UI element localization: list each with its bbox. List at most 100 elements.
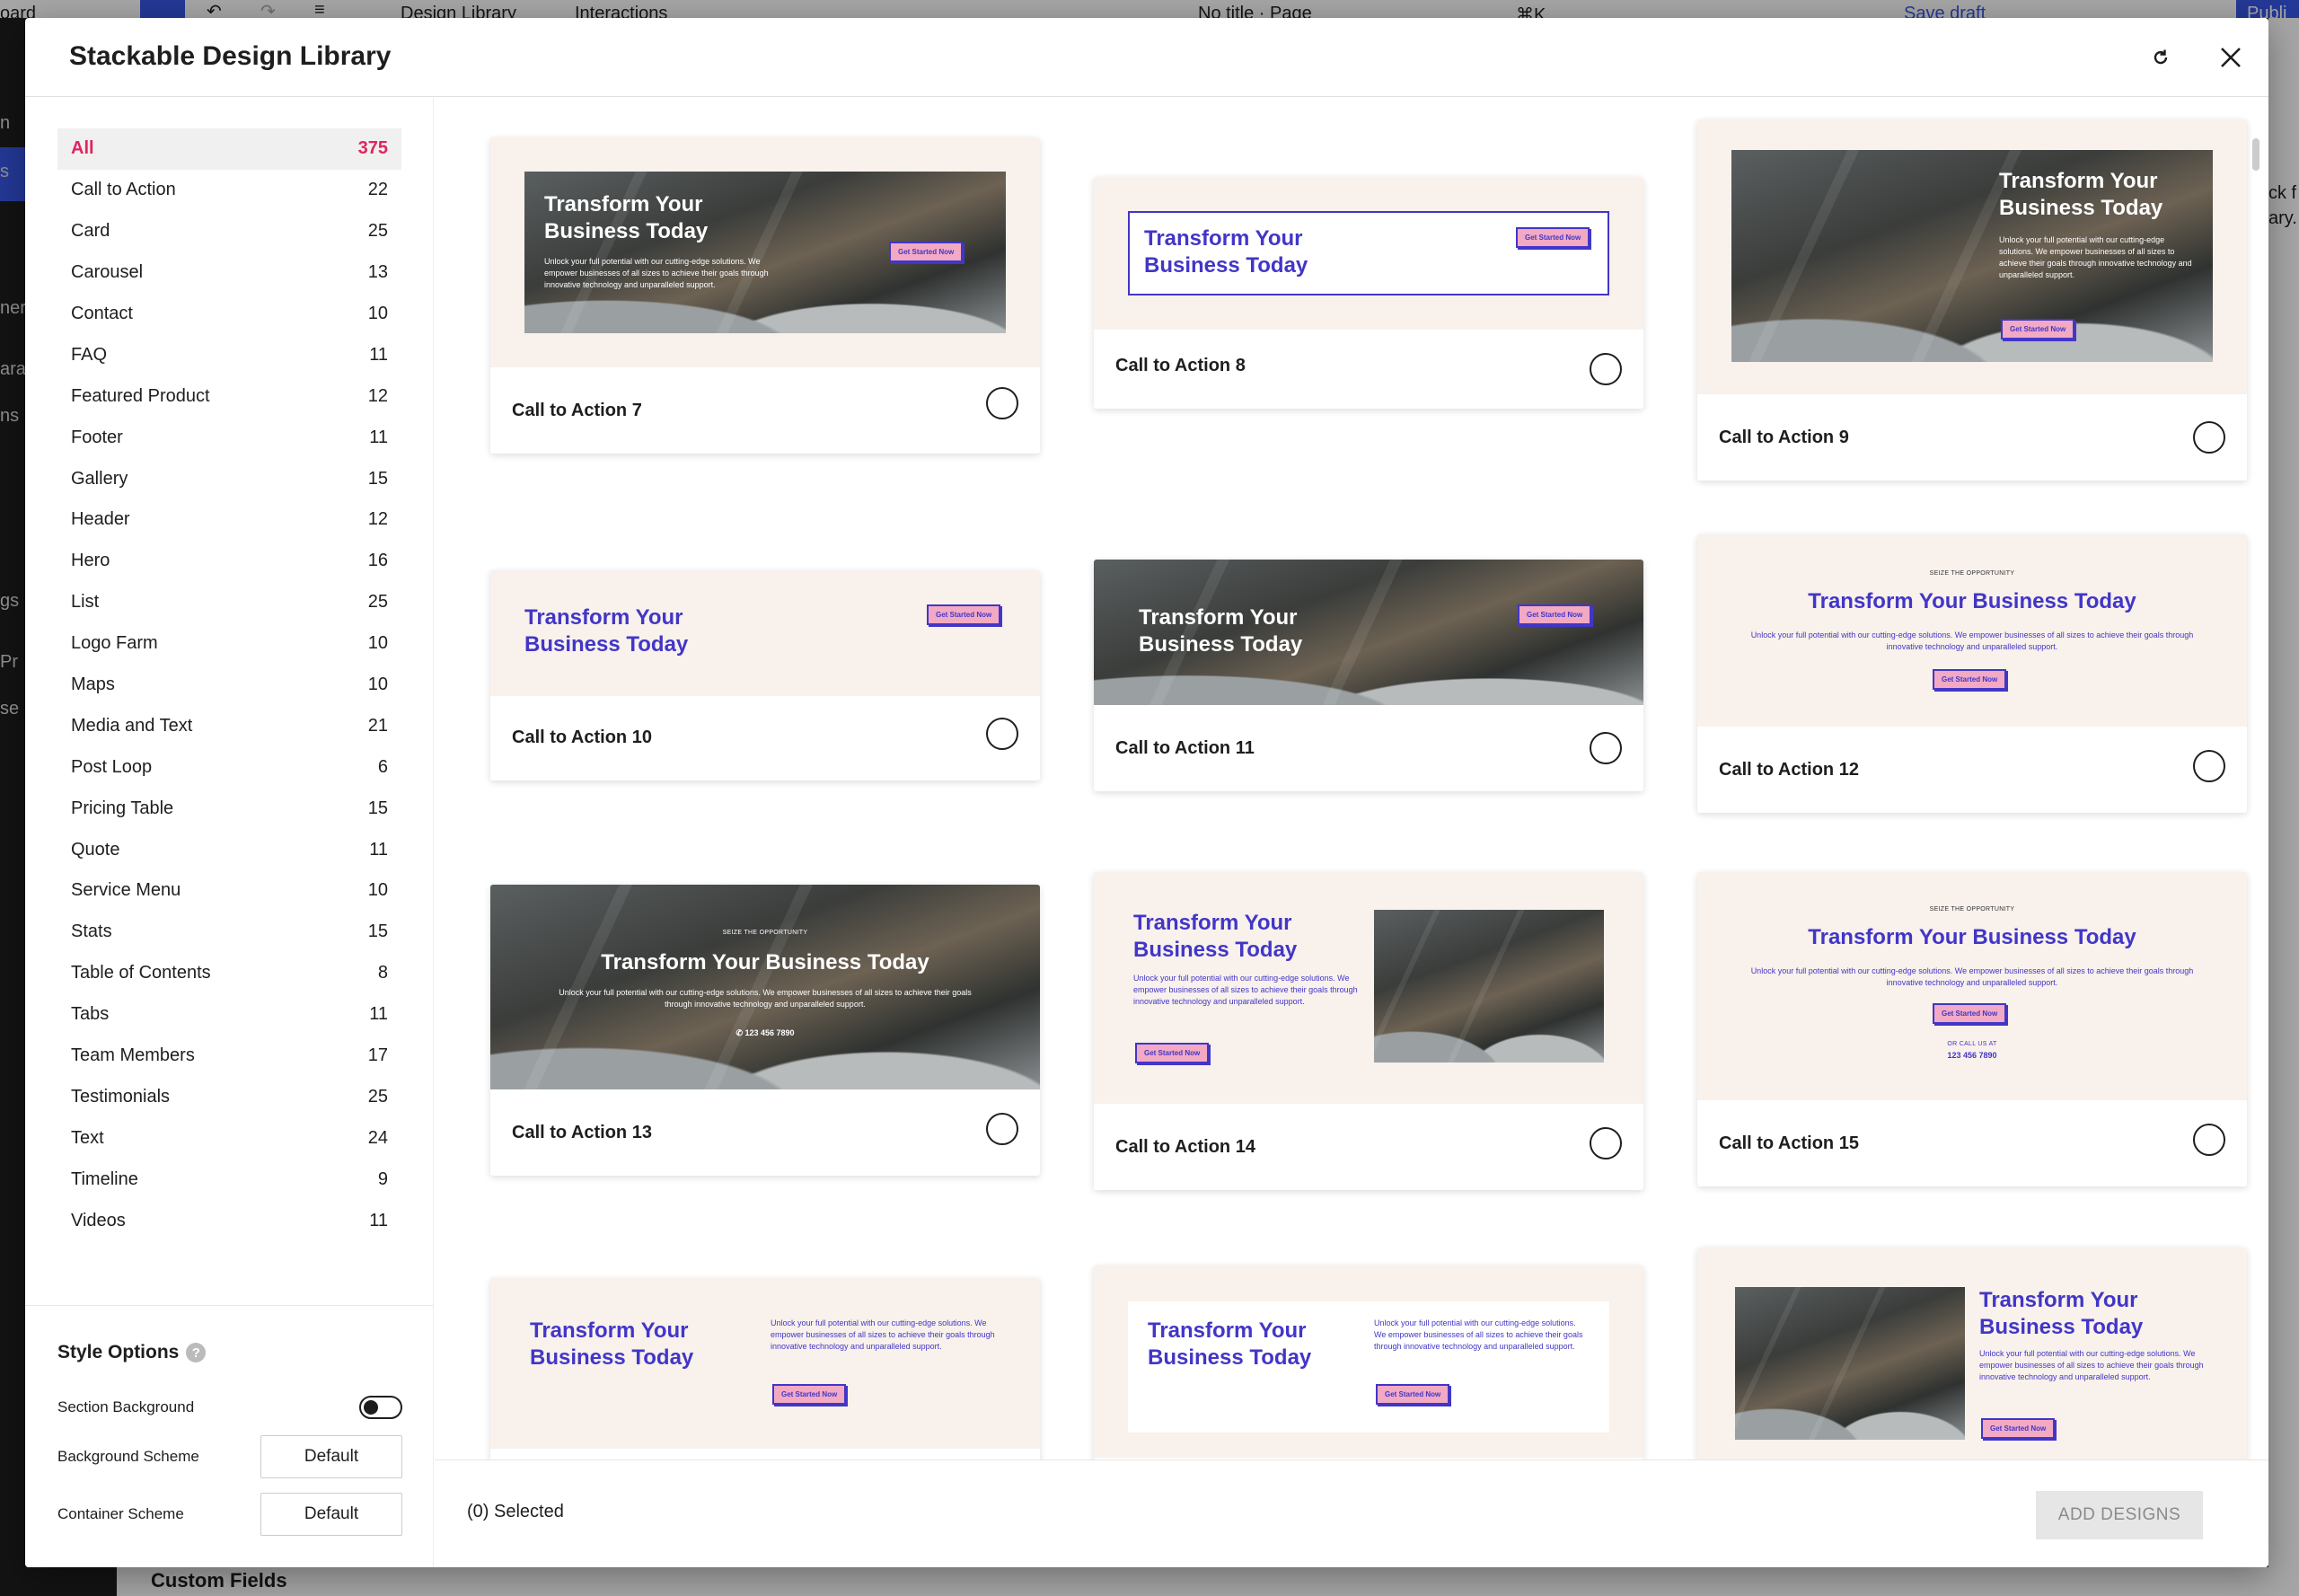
- grid-scrollbar[interactable]: [2252, 138, 2259, 171]
- design-preview: Transform Your Business Today Unlock your…: [1094, 872, 1643, 1104]
- select-radio[interactable]: [2193, 750, 2225, 782]
- category-all[interactable]: All 375: [57, 128, 401, 170]
- select-radio[interactable]: [2193, 1124, 2225, 1156]
- category-tabs[interactable]: Tabs 11: [57, 994, 401, 1036]
- category-service-menu[interactable]: Service Menu 10: [57, 870, 401, 912]
- category-quote[interactable]: Quote 11: [57, 829, 401, 870]
- card-label: Call to Action 10: [512, 727, 652, 747]
- preview-phone: ✆ 123 456 7890: [736, 1028, 795, 1037]
- select-radio[interactable]: [986, 718, 1018, 750]
- category-team-members[interactable]: Team Members 17: [57, 1036, 401, 1077]
- category-featured-product[interactable]: Featured Product 12: [57, 375, 401, 417]
- preview-button: Get Started Now: [1135, 1043, 1210, 1063]
- card-label: Call to Action 15: [1719, 1133, 1859, 1153]
- select-radio[interactable]: [986, 387, 1018, 419]
- category-list-item[interactable]: List 25: [57, 582, 401, 623]
- container-scheme-row: Container Scheme Default: [57, 1493, 402, 1536]
- style-options-label: Style Options: [57, 1342, 180, 1362]
- category-videos[interactable]: Videos 11: [57, 1200, 401, 1241]
- design-card[interactable]: Transform Your Business Today Get Started…: [1094, 560, 1643, 791]
- category-count: 10: [367, 633, 388, 654]
- modal-footer: (0) Selected ADD DESIGNS: [435, 1459, 2268, 1567]
- design-preview: SEIZE THE OPPORTUNITY Transform Your Bus…: [490, 885, 1040, 1089]
- design-card[interactable]: Transform Your Business Today Unlock your…: [490, 1278, 1040, 1459]
- preview-phone: 123 456 7890: [1947, 1051, 1997, 1060]
- design-preview: SEIZE THE OPPORTUNITY Transform Your Bus…: [1697, 534, 2247, 727]
- category-label: Hero: [71, 551, 110, 571]
- background-scheme-select[interactable]: Default: [260, 1435, 402, 1478]
- design-card[interactable]: SEIZE THE OPPORTUNITY Transform Your Bus…: [1697, 872, 2247, 1186]
- category-carousel[interactable]: Carousel 13: [57, 252, 401, 294]
- category-count: 9: [377, 1168, 388, 1189]
- preview-heading: Transform Your Business Today: [1148, 1318, 1312, 1370]
- design-card[interactable]: Transform Your Business Today Unlock your…: [1094, 872, 1643, 1190]
- category-contact[interactable]: Contact 10: [57, 294, 401, 335]
- mountain-image: [1735, 1287, 1965, 1440]
- help-icon[interactable]: ?: [186, 1343, 207, 1362]
- category-hero[interactable]: Hero 16: [57, 541, 401, 582]
- category-label: Videos: [71, 1210, 126, 1230]
- category-stats[interactable]: Stats 15: [57, 912, 401, 953]
- select-radio[interactable]: [1590, 353, 1622, 385]
- category-count: 17: [367, 1045, 388, 1066]
- select-radio[interactable]: [1590, 732, 1622, 764]
- preview-body: Unlock your full potential with our cutt…: [1979, 1349, 2204, 1382]
- style-options-title: Style Options ?: [57, 1342, 207, 1363]
- category-label: Table of Contents: [71, 963, 211, 983]
- category-label: Quote: [71, 839, 120, 860]
- refresh-icon[interactable]: [2141, 38, 2180, 77]
- select-radio[interactable]: [2193, 421, 2225, 454]
- category-count: 10: [367, 304, 388, 323]
- preview-heading: Transform Your Business Today: [1144, 226, 1308, 278]
- category-label: List: [71, 592, 100, 613]
- preview-button: Get Started Now: [1516, 227, 1590, 248]
- container-scheme-label: Container Scheme: [57, 1505, 184, 1522]
- category-table-of-contents[interactable]: Table of Contents 8: [57, 953, 401, 994]
- design-card[interactable]: Transform Your Business Today Unlock your…: [1094, 1265, 1643, 1459]
- category-sidebar: All 375 Call to Action 22 Card 25 Carousel 1…: [25, 98, 434, 1567]
- design-card[interactable]: Transform Your Business Today Unlock your…: [1697, 1248, 2247, 1459]
- category-timeline[interactable]: Timeline 9: [57, 1159, 401, 1200]
- modal-header: Stackable Design Library: [25, 18, 2268, 97]
- design-card[interactable]: Transform Your Business Today Get Started…: [1094, 177, 1643, 409]
- category-count: 11: [369, 1210, 388, 1230]
- category-count: 15: [367, 468, 388, 489]
- select-radio[interactable]: [1590, 1127, 1622, 1160]
- category-label: Header: [71, 509, 130, 530]
- design-card[interactable]: Transform Your Business Today Unlock your…: [1697, 119, 2247, 481]
- preview-kicker: SEIZE THE OPPORTUNITY: [1929, 906, 2015, 913]
- category-post-loop[interactable]: Post Loop 6: [57, 746, 401, 788]
- select-radio[interactable]: [986, 1113, 1018, 1145]
- category-label: Testimonials: [71, 1086, 171, 1107]
- category-call-to-action[interactable]: Call to Action 22: [57, 170, 401, 211]
- design-preview: Transform Your Business Today Unlock your…: [1094, 1265, 1643, 1458]
- category-footer[interactable]: Footer 11: [57, 417, 401, 458]
- category-label: All: [71, 138, 94, 159]
- design-card[interactable]: SEIZE THE OPPORTUNITY Transform Your Bus…: [490, 885, 1040, 1176]
- add-designs-button[interactable]: ADD DESIGNS: [2036, 1491, 2203, 1539]
- category-text[interactable]: Text 24: [57, 1117, 401, 1159]
- category-count: 24: [367, 1127, 388, 1148]
- category-logo-farm[interactable]: Logo Farm 10: [57, 623, 401, 665]
- preview-kicker: SEIZE THE OPPORTUNITY: [1929, 570, 2015, 577]
- design-card[interactable]: SEIZE THE OPPORTUNITY Transform Your Bus…: [1697, 534, 2247, 813]
- category-label: Call to Action: [71, 180, 176, 200]
- design-card[interactable]: Transform Your Business Today Get Started…: [490, 570, 1040, 780]
- category-faq[interactable]: FAQ 11: [57, 334, 401, 375]
- category-maps[interactable]: Maps 10: [57, 665, 401, 706]
- category-testimonials[interactable]: Testimonials 25: [57, 1076, 401, 1117]
- category-card[interactable]: Card 25: [57, 211, 401, 252]
- category-gallery[interactable]: Gallery 15: [57, 458, 401, 499]
- close-icon[interactable]: [2211, 38, 2251, 77]
- container-scheme-select[interactable]: Default: [260, 1493, 402, 1536]
- category-header[interactable]: Header 12: [57, 499, 401, 541]
- category-count: 25: [367, 592, 388, 613]
- section-background-toggle[interactable]: [359, 1396, 402, 1419]
- category-pricing-table[interactable]: Pricing Table 15: [57, 788, 401, 829]
- design-preview: Transform Your Business Today Unlock your…: [1697, 1248, 2247, 1459]
- category-label: Maps: [71, 675, 115, 695]
- design-card[interactable]: Transform Your Business Today Unlock your…: [490, 137, 1040, 454]
- category-label: Contact: [71, 304, 133, 323]
- category-media-and-text[interactable]: Media and Text 21: [57, 705, 401, 746]
- design-grid: Transform Your Business Today Unlock your…: [435, 98, 2268, 1459]
